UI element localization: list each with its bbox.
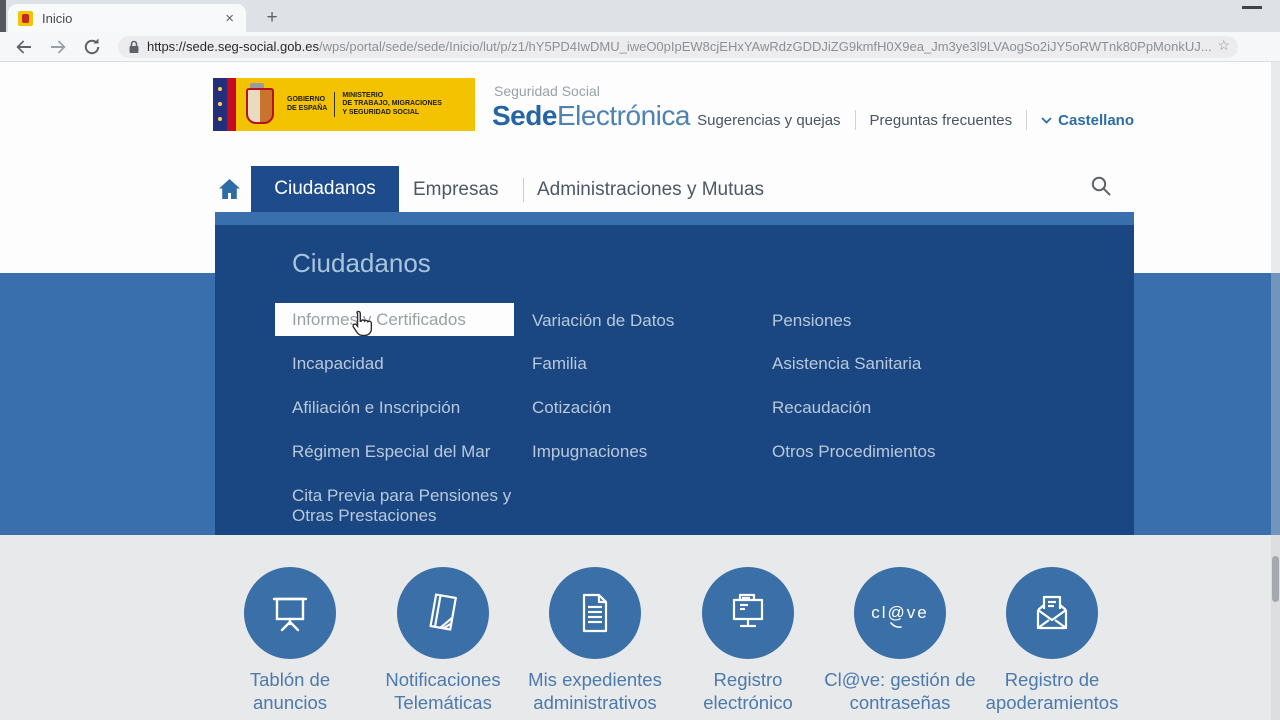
- board-icon: [262, 585, 318, 641]
- link-sugerencias[interactable]: Sugerencias y quejas: [697, 112, 840, 129]
- quicklink-circle: cl@ve: [854, 567, 946, 659]
- chevron-down-icon: [1041, 117, 1052, 124]
- minimize-window-icon[interactable]: [1242, 6, 1262, 9]
- gov-logo-texts: GOBIERNO DE ESPAÑA MINISTERIO DE TRABAJO…: [280, 78, 449, 131]
- quicklink-notificaciones-telematicas[interactable]: NotificacionesTelemáticas: [358, 567, 528, 714]
- quicklink-label: Registroelectrónico: [663, 668, 833, 714]
- quicklink-registro-electronico[interactable]: Registroelectrónico: [663, 567, 833, 714]
- svg-text:cl@ve: cl@ve: [871, 603, 929, 622]
- quicklink-clave[interactable]: cl@ve Cl@ve: gestión decontraseñas: [815, 567, 985, 714]
- language-selector[interactable]: Castellano: [1041, 112, 1134, 129]
- menu-item-cita-previa[interactable]: Cita Previa para Pensiones y Otras Prest…: [292, 486, 542, 526]
- new-tab-button[interactable]: +: [258, 4, 286, 32]
- tab-administraciones-y-mutuas[interactable]: Administraciones y Mutuas: [537, 179, 764, 201]
- menu-item-familia[interactable]: Familia: [532, 354, 587, 374]
- search-icon[interactable]: [1090, 175, 1112, 197]
- lock-icon: [128, 40, 140, 54]
- window-edge: [0, 0, 6, 32]
- menu-item-variacion-de-datos[interactable]: Variación de Datos: [532, 311, 674, 331]
- bookmark-star-icon[interactable]: ☆: [1217, 37, 1230, 54]
- quicklink-circle: [549, 567, 641, 659]
- scrollbar[interactable]: [1271, 62, 1280, 720]
- ministerio-text: MINISTERIO DE TRABAJO, MIGRACIONES Y SEG…: [334, 92, 449, 118]
- quicklink-label: Mis expedientesadministrativos: [510, 668, 680, 714]
- quicklink-mis-expedientes[interactable]: Mis expedientesadministrativos: [510, 567, 680, 714]
- ministerio-line3: Y SEGURIDAD SOCIAL: [342, 109, 442, 118]
- screen: Inicio × + https://sede.seg-social.gob.e…: [0, 0, 1280, 720]
- ciudadanos-dropdown-menu: Ciudadanos Informes y Certificados Incap…: [215, 212, 1134, 535]
- close-tab-icon[interactable]: ×: [223, 11, 236, 26]
- ministerio-line2: DE TRABAJO, MIGRACIONES: [342, 100, 442, 109]
- tab-ciudadanos[interactable]: Ciudadanos: [251, 166, 399, 212]
- url-domain: https://sede.seg-social.gob.es: [147, 39, 319, 54]
- quicklink-label: Registro deapoderamientos: [967, 668, 1137, 714]
- folder-icon: [415, 585, 471, 641]
- tab-title: Inicio: [42, 11, 223, 26]
- nav-divider: [523, 178, 524, 202]
- language-label: Castellano: [1058, 112, 1134, 129]
- browser-tab[interactable]: Inicio ×: [8, 4, 246, 32]
- menu-item-incapacidad[interactable]: Incapacidad: [292, 354, 384, 374]
- gobierno-espana-logo[interactable]: GOBIERNO DE ESPAÑA MINISTERIO DE TRABAJO…: [213, 78, 475, 131]
- forward-icon[interactable]: [48, 37, 68, 57]
- dropdown-title: Ciudadanos: [292, 248, 431, 279]
- menu-item-regimen-especial-del-mar[interactable]: Régimen Especial del Mar: [292, 442, 490, 462]
- monitor-document-icon: [720, 585, 776, 641]
- brand-title-bold: Sede: [492, 100, 557, 131]
- brand-subtitle: Seguridad Social: [494, 83, 690, 99]
- menu-item-afiliacion-e-inscripcion[interactable]: Afiliación e Inscripción: [292, 398, 460, 418]
- menu-item-pensiones[interactable]: Pensiones: [772, 311, 851, 331]
- brand-title: SedeElectrónica: [492, 100, 690, 132]
- quicklink-label: Cl@ve: gestión decontraseñas: [815, 668, 985, 714]
- quicklink-label: NotificacionesTelemáticas: [358, 668, 528, 714]
- clave-logo: cl@ve: [865, 585, 935, 641]
- site-favicon: [18, 11, 33, 26]
- coat-of-arms: [246, 88, 274, 124]
- menu-item-cotizacion[interactable]: Cotización: [532, 398, 611, 418]
- quicklink-circle: [702, 567, 794, 659]
- header-divider: [855, 110, 856, 130]
- ministerio-line1: MINISTERIO: [342, 92, 442, 101]
- scrollbar-thumb[interactable]: [1272, 556, 1279, 602]
- quick-links-section: Tablón deanuncios NotificacionesTelemáti…: [0, 535, 1280, 720]
- flag-red-stripe: [227, 78, 236, 131]
- menu-item-impugnaciones[interactable]: Impugnaciones: [532, 442, 647, 462]
- quicklink-label: Tablón deanuncios: [205, 668, 375, 714]
- sede-electronica-brand[interactable]: Seguridad Social SedeElectrónica: [492, 83, 690, 132]
- browser-toolbar: https://sede.seg-social.gob.es/wps/porta…: [0, 32, 1280, 62]
- quicklink-registro-de-apoderamientos[interactable]: Registro deapoderamientos: [967, 567, 1137, 714]
- link-preguntas-frecuentes[interactable]: Preguntas frecuentes: [870, 112, 1013, 129]
- gobierno-line2: DE ESPAÑA: [287, 105, 327, 114]
- menu-item-asistencia-sanitaria[interactable]: Asistencia Sanitaria: [772, 354, 921, 374]
- home-icon[interactable]: [217, 177, 242, 201]
- header-divider: [1026, 110, 1027, 130]
- menu-item-label: Informes y Certificados: [292, 310, 466, 330]
- document-icon: [567, 585, 623, 641]
- url-text: https://sede.seg-social.gob.es/wps/porta…: [147, 39, 1212, 54]
- gobierno-line1: GOBIERNO: [287, 96, 327, 105]
- browser-tab-bar: Inicio × +: [0, 0, 1280, 32]
- quicklink-circle: [397, 567, 489, 659]
- menu-item-otros-procedimientos[interactable]: Otros Procedimientos: [772, 442, 935, 462]
- quicklink-circle: [1006, 567, 1098, 659]
- menu-item-recaudacion[interactable]: Recaudación: [772, 398, 871, 418]
- reload-icon[interactable]: [82, 37, 102, 57]
- menu-item-informes-y-certificados[interactable]: Informes y Certificados: [275, 303, 514, 336]
- back-icon[interactable]: [14, 37, 34, 57]
- envelope-icon: [1024, 585, 1080, 641]
- brand-title-light: Electrónica: [557, 100, 690, 131]
- eu-flag-stripe: [213, 78, 227, 131]
- webpage: GOBIERNO DE ESPAÑA MINISTERIO DE TRABAJO…: [0, 62, 1280, 720]
- quicklink-circle: [244, 567, 336, 659]
- quicklink-tablon-de-anuncios[interactable]: Tablón deanuncios: [205, 567, 375, 714]
- header-links: Sugerencias y quejas Preguntas frecuente…: [697, 110, 1134, 130]
- url-bar[interactable]: https://sede.seg-social.gob.es/wps/porta…: [118, 36, 1238, 58]
- url-path: /wps/portal/sede/sede/Inicio/lut/p/z1/hY…: [319, 39, 1212, 54]
- tab-empresas[interactable]: Empresas: [413, 179, 499, 201]
- gobierno-text: GOBIERNO DE ESPAÑA: [280, 96, 334, 113]
